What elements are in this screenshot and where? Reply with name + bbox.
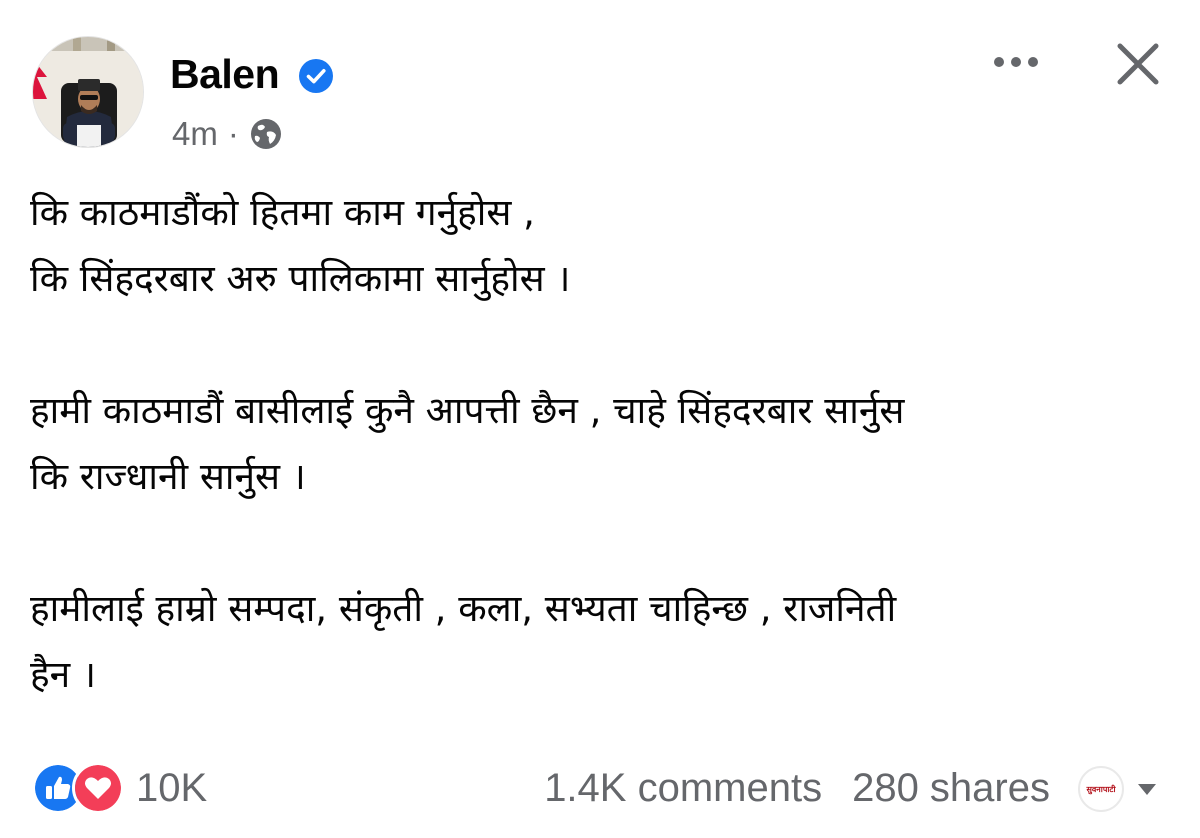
post-paragraph: हामी काठमाडौं बासीलाई कुनै आपत्ती छैन , … <box>30 378 1170 510</box>
post-line: हामीलाई हाम्रो सम्पदा, संकृती , कला, सभ्… <box>30 587 897 630</box>
author-name[interactable]: Balen <box>170 48 280 100</box>
verified-badge-icon <box>299 59 333 93</box>
avatar-photo <box>33 37 143 147</box>
meta-separator: · <box>227 115 239 152</box>
reaction-count: 10K <box>136 765 208 810</box>
engagement-stats: 1.4K comments 280 shares <box>544 762 1050 814</box>
more-options-button[interactable] <box>988 40 1044 84</box>
post-meta: 4m · <box>172 112 283 156</box>
globe-icon[interactable] <box>249 117 283 151</box>
more-options-icon <box>994 57 1038 67</box>
page-avatar-badge[interactable]: सुवनापाटी <box>1078 766 1124 812</box>
post-line: हामी काठमाडौं बासीलाई कुनै आपत्ती छैन , … <box>30 389 905 432</box>
post-paragraph: हामीलाई हाम्रो सम्पदा, संकृती , कला, सभ्… <box>30 576 1170 708</box>
post-line: कि राज्धानी सार्नुस । <box>30 455 306 498</box>
post-line: कि सिंहदरबार अरु पालिकामा सार्नुहोस । <box>30 257 571 300</box>
love-icon <box>72 762 124 814</box>
reactions-summary[interactable]: 10K <box>32 762 207 814</box>
post-timestamp[interactable]: 4m <box>172 115 218 153</box>
post-paragraph: कि काठमाडौंको हितमा काम गर्नुहोस , कि सि… <box>30 180 1170 312</box>
close-icon[interactable] <box>1110 36 1166 92</box>
post-text: कि काठमाडौंको हितमा काम गर्नुहोस , कि सि… <box>30 180 1170 708</box>
post-line: कि काठमाडौंको हितमा काम गर्नुहोस , <box>30 191 535 234</box>
avatar[interactable] <box>32 36 144 148</box>
shares-count[interactable]: 280 shares <box>852 766 1050 811</box>
page-badge-text: सुवनापाटी <box>1086 784 1116 794</box>
comments-count[interactable]: 1.4K comments <box>544 766 822 811</box>
dropdown-caret-icon[interactable] <box>1136 780 1158 798</box>
facebook-post: Balen 4m · कि काठमाडौंको हितमा काम गर्नु… <box>0 0 1200 838</box>
post-line: हैन । <box>30 653 96 696</box>
